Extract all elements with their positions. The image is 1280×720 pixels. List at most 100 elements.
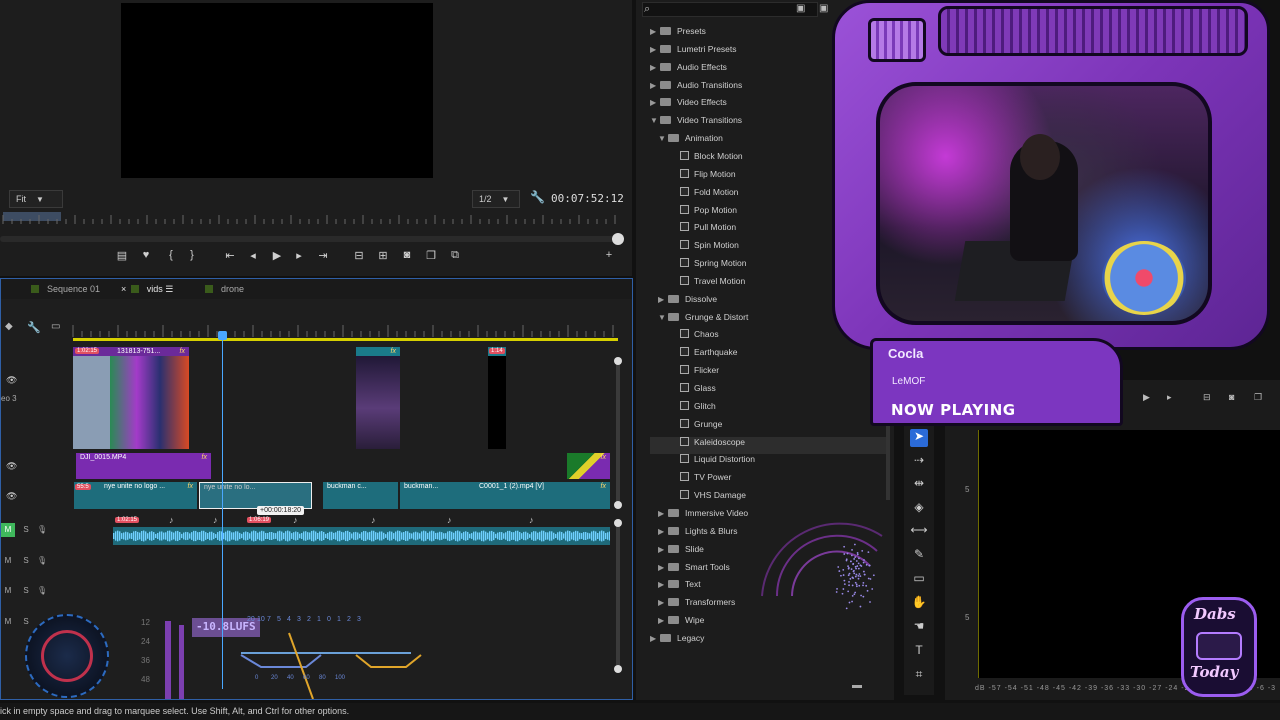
- chevron-right-icon[interactable]: ▶: [650, 81, 660, 90]
- play-icon[interactable]: ▶: [268, 249, 286, 262]
- solo-toggle[interactable]: S: [19, 584, 33, 598]
- tab-sequence-01[interactable]: Sequence 01: [31, 284, 100, 294]
- effect-item[interactable]: Kaleidoscope: [650, 436, 886, 454]
- tab-drone[interactable]: drone: [205, 284, 244, 294]
- chevron-right-icon[interactable]: ▶: [658, 509, 668, 518]
- lift-icon[interactable]: ▤: [113, 249, 131, 262]
- wrench-icon[interactable]: 🔧: [530, 190, 545, 204]
- marker-icon[interactable]: ♥: [137, 249, 155, 261]
- solo-toggle[interactable]: S: [19, 523, 33, 537]
- mark-out-icon[interactable]: }: [183, 249, 201, 261]
- chevron-right-icon[interactable]: ▶: [658, 563, 668, 572]
- step-forward-icon[interactable]: ▸: [1167, 392, 1172, 403]
- razor-tool-icon[interactable]: ◈: [910, 500, 928, 518]
- effect-item[interactable]: VHS Damage: [650, 490, 886, 507]
- go-to-out-icon[interactable]: ⇥: [314, 249, 332, 262]
- timeline-clip[interactable]: fx: [356, 347, 400, 449]
- go-to-in-icon[interactable]: ⇤: [221, 249, 239, 262]
- track-select-tool-icon[interactable]: ⇢: [910, 453, 928, 471]
- timeline-clip[interactable]: DJI_0015.MP4 fx: [76, 453, 211, 479]
- step-forward-icon[interactable]: ▸: [290, 249, 308, 262]
- audio-clip[interactable]: [113, 527, 611, 545]
- chevron-down-icon[interactable]: ▼: [658, 134, 668, 143]
- snap-icon[interactable]: ◆: [5, 321, 13, 332]
- chevron-right-icon[interactable]: ▶: [658, 598, 668, 607]
- chevron-right-icon[interactable]: ▶: [658, 616, 668, 625]
- chevron-right-icon[interactable]: ▶: [658, 545, 668, 554]
- scrollbar-handle[interactable]: [614, 665, 622, 673]
- tab-vids[interactable]: × vids ☰: [121, 284, 173, 295]
- effect-item[interactable]: Liquid Distortion: [650, 454, 886, 471]
- mark-in-icon[interactable]: {: [162, 249, 180, 261]
- rectangle-tool-icon[interactable]: ▭: [910, 571, 928, 589]
- mute-toggle[interactable]: M: [1, 615, 15, 629]
- solo-toggle[interactable]: S: [19, 554, 33, 568]
- menu-icon[interactable]: ☰: [165, 284, 173, 294]
- audio-tracks-scrollbar[interactable]: [616, 525, 620, 665]
- microphone-icon[interactable]: 🎙: [37, 525, 47, 534]
- add-button-icon[interactable]: +: [600, 249, 618, 261]
- hand-tool-icon[interactable]: ✋: [910, 595, 928, 613]
- 32bit-effects-icon[interactable]: ▣: [819, 3, 828, 14]
- ripple-edit-tool-icon[interactable]: ⇹: [910, 476, 928, 494]
- scrollbar-handle[interactable]: [612, 233, 624, 245]
- effects-folder[interactable]: ▶ Legacy: [650, 633, 886, 650]
- fit-dropdown[interactable]: Fit ▼: [9, 190, 63, 208]
- chevron-right-icon[interactable]: ▶: [650, 27, 660, 36]
- lift-clip-icon[interactable]: ⊟: [350, 249, 368, 262]
- solo-toggle[interactable]: S: [19, 615, 33, 629]
- timeline-clip[interactable]: fx: [567, 453, 610, 479]
- microphone-icon[interactable]: 🎙: [37, 556, 47, 565]
- scrollbar-handle[interactable]: [614, 519, 622, 527]
- accelerated-effects-icon[interactable]: ▣: [796, 3, 805, 14]
- eye-icon[interactable]: 👁: [6, 491, 17, 502]
- chevron-right-icon[interactable]: ▶: [658, 295, 668, 304]
- chevron-right-icon[interactable]: ▶: [658, 527, 668, 536]
- timeline-clip-selected[interactable]: nye unite no lo...: [199, 482, 312, 509]
- scrollbar-handle[interactable]: [614, 501, 622, 509]
- chevron-right-icon[interactable]: ▶: [650, 634, 660, 643]
- timeline-clip[interactable]: C0001_1 (2).mp4 [V] fx: [475, 482, 610, 509]
- extract-icon[interactable]: ⊟: [1203, 392, 1211, 403]
- extract-icon[interactable]: ⊞: [374, 249, 392, 262]
- chevron-right-icon[interactable]: ▶: [650, 45, 660, 54]
- playback-resolution-dropdown[interactable]: 1/2 ▼: [472, 190, 520, 208]
- effect-item[interactable]: Grunge: [650, 418, 886, 436]
- mute-toggle[interactable]: M: [1, 554, 15, 568]
- captions-icon[interactable]: ▭: [51, 321, 60, 332]
- chevron-down-icon[interactable]: ▼: [650, 116, 660, 125]
- mute-toggle[interactable]: M: [1, 523, 15, 537]
- effects-folder[interactable]: ▶ Wipe: [650, 615, 886, 632]
- monitor-zoom-scrollbar[interactable]: [0, 233, 624, 245]
- scrollbar-handle[interactable]: [614, 357, 622, 365]
- effect-item[interactable]: TV Power: [650, 472, 886, 489]
- step-back-icon[interactable]: ◂: [244, 249, 262, 262]
- chevron-right-icon[interactable]: ▶: [650, 98, 660, 107]
- pen-tool-icon[interactable]: ✎: [910, 547, 928, 565]
- caption-tool-icon[interactable]: ⌗: [910, 667, 928, 685]
- playhead-line[interactable]: [222, 331, 223, 689]
- playhead-timecode[interactable]: 00:07:52:12: [551, 192, 624, 205]
- chevron-right-icon[interactable]: ▶: [650, 63, 660, 72]
- slip-tool-icon[interactable]: ⟷: [910, 523, 928, 541]
- work-area-bar[interactable]: [73, 338, 618, 341]
- wrench-icon[interactable]: 🔧: [27, 321, 41, 334]
- multicam-icon[interactable]: ⧉: [446, 249, 464, 262]
- chevron-right-icon[interactable]: ▶: [658, 580, 668, 589]
- new-bin-icon[interactable]: ▬: [852, 680, 862, 691]
- compare-view-icon[interactable]: ❐: [1254, 392, 1262, 403]
- play-icon[interactable]: ▶: [1143, 392, 1150, 403]
- camera-icon[interactable]: ◙: [1229, 392, 1234, 402]
- video-tracks-scrollbar[interactable]: [616, 361, 620, 506]
- timeline-clip[interactable]: buckman c...: [323, 482, 398, 509]
- type-tool-icon[interactable]: T: [910, 643, 928, 661]
- effect-item[interactable]: Glitch: [650, 400, 886, 418]
- hand-tool-icon[interactable]: ☚: [910, 619, 928, 637]
- mute-toggle[interactable]: M: [1, 584, 15, 598]
- effect-item[interactable]: Flicker: [650, 365, 886, 382]
- compare-view-icon[interactable]: ❐: [422, 249, 440, 262]
- monitor-time-ruler[interactable]: [0, 212, 632, 226]
- selection-tool-icon[interactable]: ➤: [910, 429, 928, 447]
- timeline-clip[interactable]: 131813-751... fx 1:02:15: [73, 347, 189, 449]
- timeline-clip[interactable]: 55:5 nye unite no logo ... fx: [74, 482, 197, 509]
